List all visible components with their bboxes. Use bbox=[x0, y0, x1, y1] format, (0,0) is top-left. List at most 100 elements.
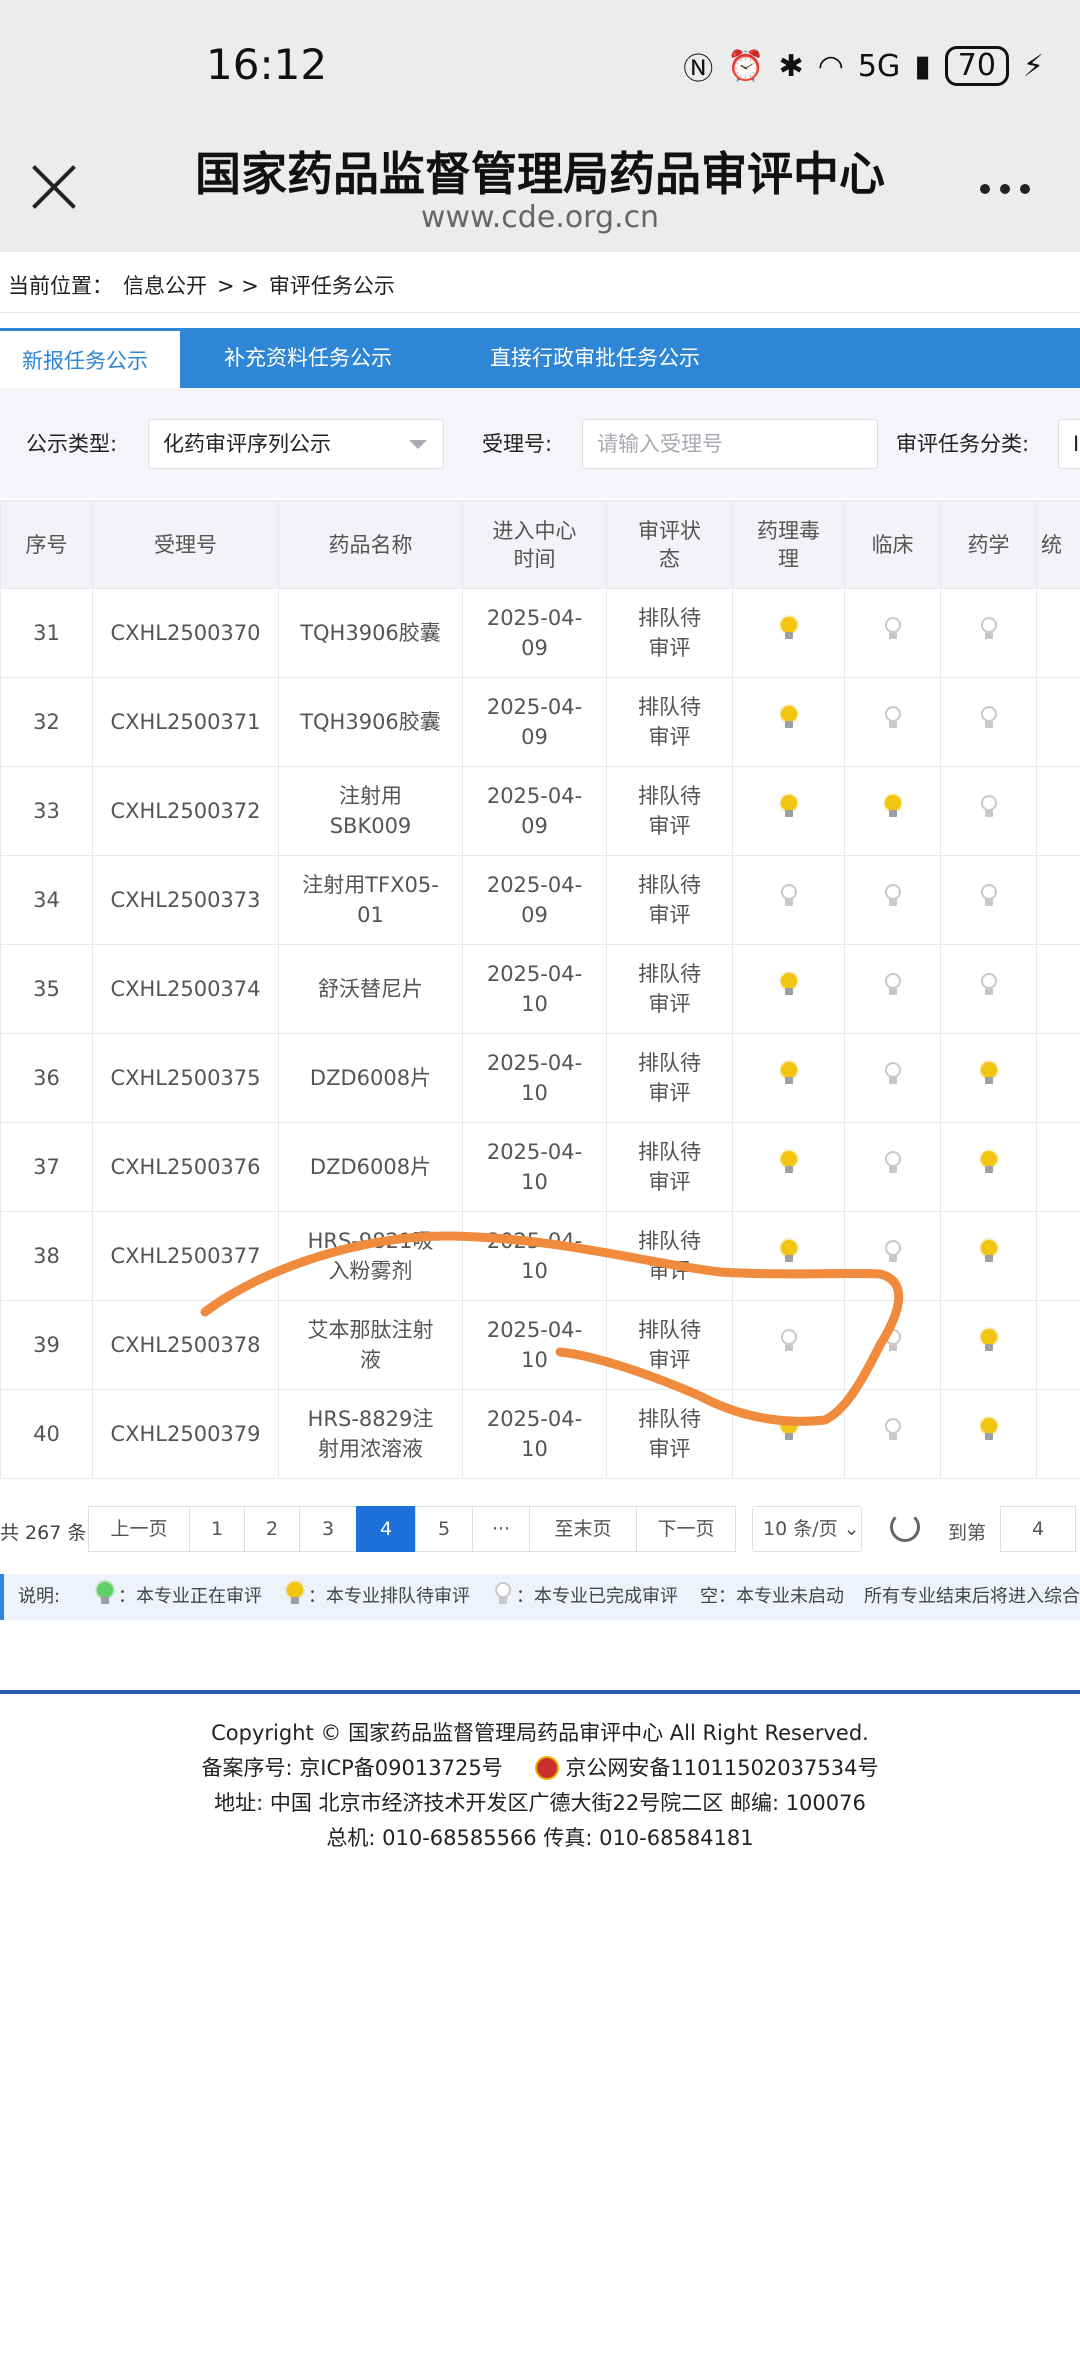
cell-accept-no: CXHL2500376 bbox=[92, 1122, 279, 1212]
cell-stat bbox=[1036, 1389, 1080, 1479]
legend-green: ：本专业正在审评 bbox=[96, 1574, 262, 1620]
page-button-4[interactable]: 4 bbox=[356, 1506, 416, 1552]
bulb-off-icon bbox=[980, 617, 998, 641]
table-row[interactable]: 34 CXHL2500373 注射用TFX05- 01 2025-04- 09 排队待 审评 bbox=[0, 855, 1080, 945]
page-ellipsis[interactable]: ··· bbox=[472, 1506, 530, 1552]
footer: Copyright © 国家药品监督管理局药品审评中心 All Right Re… bbox=[0, 1716, 1080, 1856]
cell-pharm-tox bbox=[732, 1122, 845, 1212]
cell-enter-time: 2025-04- 10 bbox=[462, 1300, 607, 1390]
page-button-2[interactable]: 2 bbox=[244, 1506, 300, 1552]
cell-status: 排队待 审评 bbox=[606, 1033, 733, 1123]
task-table: 序号 受理号 药品名称 进入中心 时间 审评状态 药理毒理 临床 药学 统 31 C… bbox=[0, 500, 1080, 1479]
next-page-button[interactable]: 下一页 bbox=[636, 1506, 736, 1552]
more-menu-icon[interactable] bbox=[980, 184, 1030, 194]
cell-accept-no: CXHL2500375 bbox=[92, 1033, 279, 1123]
page-button-5[interactable]: 5 bbox=[415, 1506, 473, 1552]
cell-no: 35 bbox=[0, 944, 93, 1034]
table-row[interactable]: 31 CXHL2500370 TQH3906胶囊 2025-04- 09 排队待 审评 bbox=[0, 588, 1080, 678]
page-button-1[interactable]: 1 bbox=[189, 1506, 245, 1552]
bulb-on-icon bbox=[980, 1151, 998, 1175]
bulb-on-icon bbox=[980, 1062, 998, 1086]
legend-empty: 空：本专业未启动 bbox=[700, 1586, 844, 1607]
bulb-off-icon bbox=[980, 884, 998, 908]
breadcrumb-link-info[interactable]: 信息公开 bbox=[123, 274, 207, 298]
breadcrumb-current: 审评任务公示 bbox=[268, 274, 395, 298]
type-select[interactable]: 化药审评序列公示 bbox=[148, 419, 444, 469]
cell-enter-time: 2025-04- 10 bbox=[462, 1389, 607, 1479]
table-row[interactable]: 40 CXHL2500379 HRS-8829注 射用浓溶液 2025-04- 10 排队待… bbox=[0, 1389, 1080, 1479]
category-label: 审评任务分类: bbox=[896, 432, 1030, 456]
table-row[interactable]: 36 CXHL2500375 DZD6008片 2025-04- 10 排队待 审评 bbox=[0, 1033, 1080, 1123]
cell-status: 排队待 审评 bbox=[606, 766, 733, 856]
bulb-off-icon bbox=[884, 706, 902, 730]
col-header-pharm: 药理毒理 bbox=[732, 500, 845, 589]
page-button-3[interactable]: 3 bbox=[299, 1506, 357, 1552]
cell-status: 排队待 审评 bbox=[606, 855, 733, 945]
cell-stat bbox=[1036, 677, 1080, 767]
bulb-on-icon bbox=[780, 973, 798, 997]
cell-clinical bbox=[844, 766, 941, 856]
table-row[interactable]: 39 CXHL2500378 艾本那肽注射液 2025-04- 10 排队待 审评 bbox=[0, 1300, 1080, 1390]
table-row[interactable]: 38 CXHL2500377 HRS-9821吸 入粉雾剂 2025-04- 10 排队待审… bbox=[0, 1211, 1080, 1301]
col-header-status: 审评状态 bbox=[606, 500, 733, 589]
table-row[interactable]: 32 CXHL2500371 TQH3906胶囊 2025-04- 09 排队待 审评 bbox=[0, 677, 1080, 767]
page-size-select[interactable]: 10 条/页 ⌄ bbox=[752, 1506, 862, 1552]
cell-pharm-tox bbox=[732, 677, 845, 767]
table-row[interactable]: 35 CXHL2500374 舒沃替尼片 2025-04- 10 排队待 审评 bbox=[0, 944, 1080, 1034]
cell-enter-time: 2025-04- 10 bbox=[462, 1122, 607, 1212]
browser-header: 16:12 Ⓝ ⏰ ✱ ◠ 5G ▮ 70 ⚡ 国家药品监督管理局药品审评中心 … bbox=[0, 0, 1080, 252]
cell-enter-time: 2025-04- 10 bbox=[462, 944, 607, 1034]
footer-police[interactable]: 京公网安备11011502037534号 bbox=[565, 1756, 878, 1780]
bulb-off-icon bbox=[980, 973, 998, 997]
footer-contact: 总机: 010-68585566 传真: 010-68584181 bbox=[326, 1826, 754, 1850]
cell-accept-no: CXHL2500378 bbox=[92, 1300, 279, 1390]
last-page-button[interactable]: 至末页 bbox=[529, 1506, 637, 1552]
bulb-white-icon bbox=[494, 1582, 512, 1606]
cell-drug-name: 舒沃替尼片 bbox=[278, 944, 463, 1034]
cell-enter-time: 2025-04- 10 bbox=[462, 1211, 607, 1301]
bulb-off-icon bbox=[884, 1329, 902, 1353]
col-header-clinical: 临床 bbox=[844, 500, 941, 589]
table-row[interactable]: 33 CXHL2500372 注射用 SBK009 2025-04- 09 排队待 审评 bbox=[0, 766, 1080, 856]
bulb-on-icon bbox=[980, 1329, 998, 1353]
footer-address: 地址: 中国 北京市经济技术开发区广德大街22号院二区 邮编: 100076 bbox=[214, 1791, 866, 1815]
pagination: 共 267 条 上一页 1 2 3 4 5 ··· 至末页 下一页 10 条/页… bbox=[0, 1506, 1080, 1552]
tab-direct-approval-tasks[interactable]: 直接行政审批任务公示 bbox=[460, 328, 722, 388]
refresh-icon[interactable] bbox=[890, 1512, 920, 1542]
cell-pharmacy bbox=[940, 1389, 1037, 1479]
prev-page-button[interactable]: 上一页 bbox=[88, 1506, 190, 1552]
goto-page-input[interactable]: 4 bbox=[1000, 1506, 1076, 1552]
table-row[interactable]: 37 CXHL2500376 DZD6008片 2025-04- 10 排队待 审评 bbox=[0, 1122, 1080, 1212]
cell-enter-time: 2025-04- 09 bbox=[462, 677, 607, 767]
tab-supplement-tasks[interactable]: 补充资料任务公示 bbox=[180, 328, 460, 388]
cell-pharmacy bbox=[940, 1033, 1037, 1123]
bulb-off-icon bbox=[780, 884, 798, 908]
cell-accept-no: CXHL2500371 bbox=[92, 677, 279, 767]
bulb-on-icon bbox=[980, 1418, 998, 1442]
cell-pharm-tox bbox=[732, 588, 845, 678]
cell-clinical bbox=[844, 855, 941, 945]
cell-clinical bbox=[844, 1033, 941, 1123]
cell-clinical bbox=[844, 677, 941, 767]
bulb-on-icon bbox=[980, 1240, 998, 1264]
table-header-row: 序号 受理号 药品名称 进入中心 时间 审评状态 药理毒理 临床 药学 统 bbox=[0, 500, 1080, 589]
category-select[interactable]: I bbox=[1058, 419, 1080, 469]
col-header-name: 药品名称 bbox=[278, 500, 463, 589]
cell-stat bbox=[1036, 1300, 1080, 1390]
tab-new-tasks[interactable]: 新报任务公示 bbox=[0, 328, 180, 388]
cell-status: 排队待 审评 bbox=[606, 1211, 733, 1301]
cell-pharmacy bbox=[940, 1211, 1037, 1301]
cell-no: 33 bbox=[0, 766, 93, 856]
police-badge-icon bbox=[535, 1756, 560, 1780]
total-count: 共 267 条 bbox=[0, 1522, 87, 1544]
signal-icon: ▮ bbox=[914, 48, 931, 84]
cell-pharmacy bbox=[940, 588, 1037, 678]
cell-no: 36 bbox=[0, 1033, 93, 1123]
battery-indicator: 70 bbox=[944, 46, 1009, 86]
bulb-off-icon bbox=[884, 1151, 902, 1175]
cell-status: 排队待 审评 bbox=[606, 677, 733, 767]
accept-input[interactable]: 请输入受理号 bbox=[582, 419, 878, 469]
cell-pharm-tox bbox=[732, 1033, 845, 1123]
cell-no: 31 bbox=[0, 588, 93, 678]
cell-status: 排队待 审评 bbox=[606, 1122, 733, 1212]
